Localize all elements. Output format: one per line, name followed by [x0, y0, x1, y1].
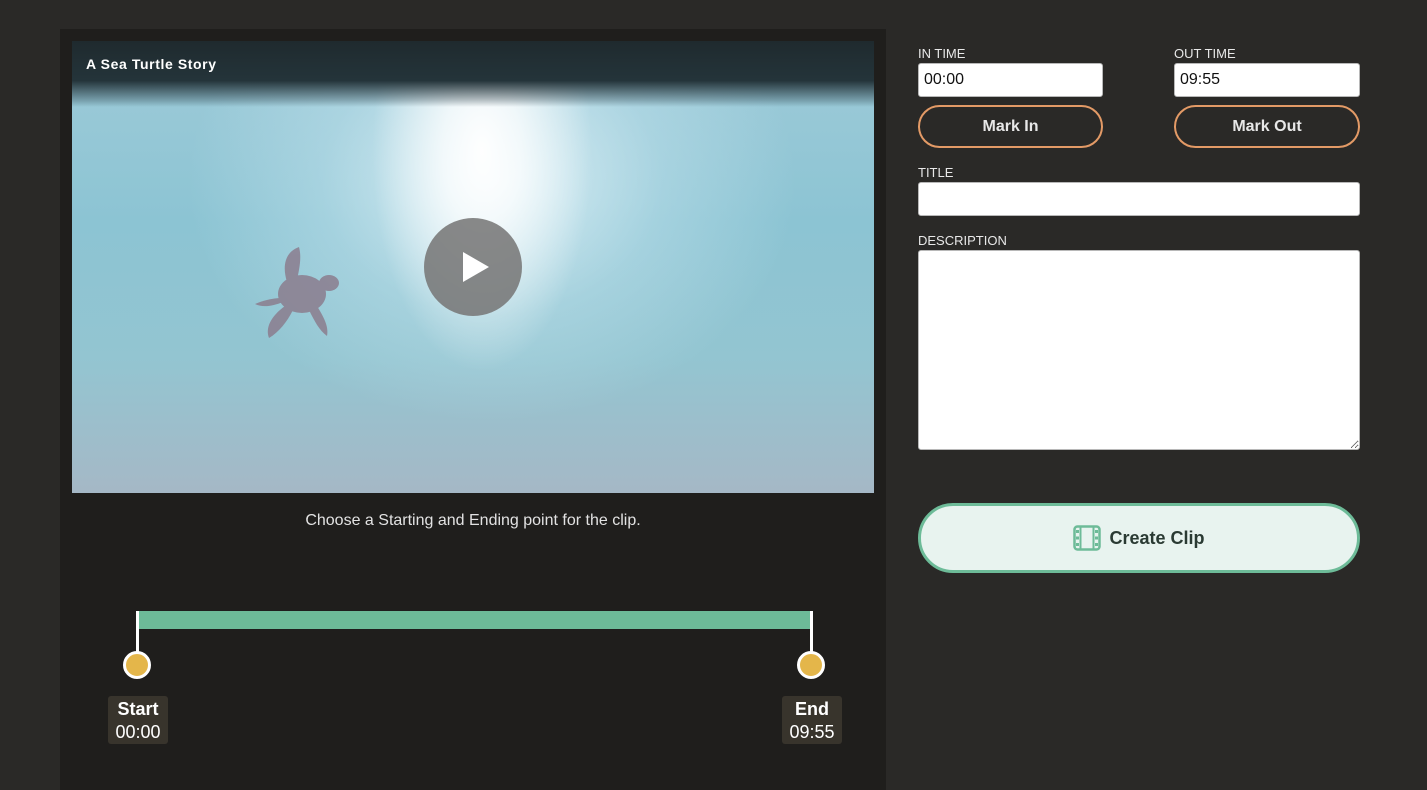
- sea-turtle-image: [255, 247, 339, 338]
- film-icon: [1073, 525, 1102, 551]
- clip-editor-panel: A Sea Turtle Story Choose a Starting and…: [60, 29, 886, 790]
- end-handle-line: [810, 611, 813, 653]
- end-handle[interactable]: [797, 651, 825, 679]
- end-label: End: [795, 699, 829, 719]
- end-marker-label: End 09:55: [782, 696, 842, 744]
- video-title-bar: A Sea Turtle Story: [72, 41, 874, 107]
- create-clip-label: Create Clip: [1109, 527, 1205, 548]
- description-textarea[interactable]: [918, 250, 1360, 450]
- start-label: Start: [117, 699, 159, 719]
- title-label: TITLE: [918, 165, 954, 180]
- title-input[interactable]: [918, 182, 1360, 216]
- play-icon: [463, 252, 489, 282]
- create-clip-button[interactable]: Create Clip: [918, 503, 1360, 573]
- start-marker-label: Start 00:00: [108, 696, 168, 744]
- out-time-label: OUT TIME: [1174, 46, 1236, 61]
- end-time: 09:55: [789, 722, 835, 742]
- start-handle[interactable]: [123, 651, 151, 679]
- in-time-input[interactable]: [918, 63, 1103, 97]
- start-time: 00:00: [115, 722, 161, 742]
- out-time-input[interactable]: [1174, 63, 1360, 97]
- video-player[interactable]: A Sea Turtle Story: [72, 41, 874, 493]
- clip-instructions: Choose a Starting and Ending point for t…: [305, 512, 641, 529]
- start-handle-line: [136, 611, 139, 653]
- video-title: A Sea Turtle Story: [86, 56, 217, 72]
- mark-in-button[interactable]: Mark In: [918, 105, 1103, 148]
- description-label: DESCRIPTION: [918, 233, 1007, 248]
- clip-range-track[interactable]: [138, 611, 810, 629]
- play-button[interactable]: [424, 218, 522, 316]
- mark-out-button[interactable]: Mark Out: [1174, 105, 1360, 148]
- in-time-label: IN TIME: [918, 46, 966, 61]
